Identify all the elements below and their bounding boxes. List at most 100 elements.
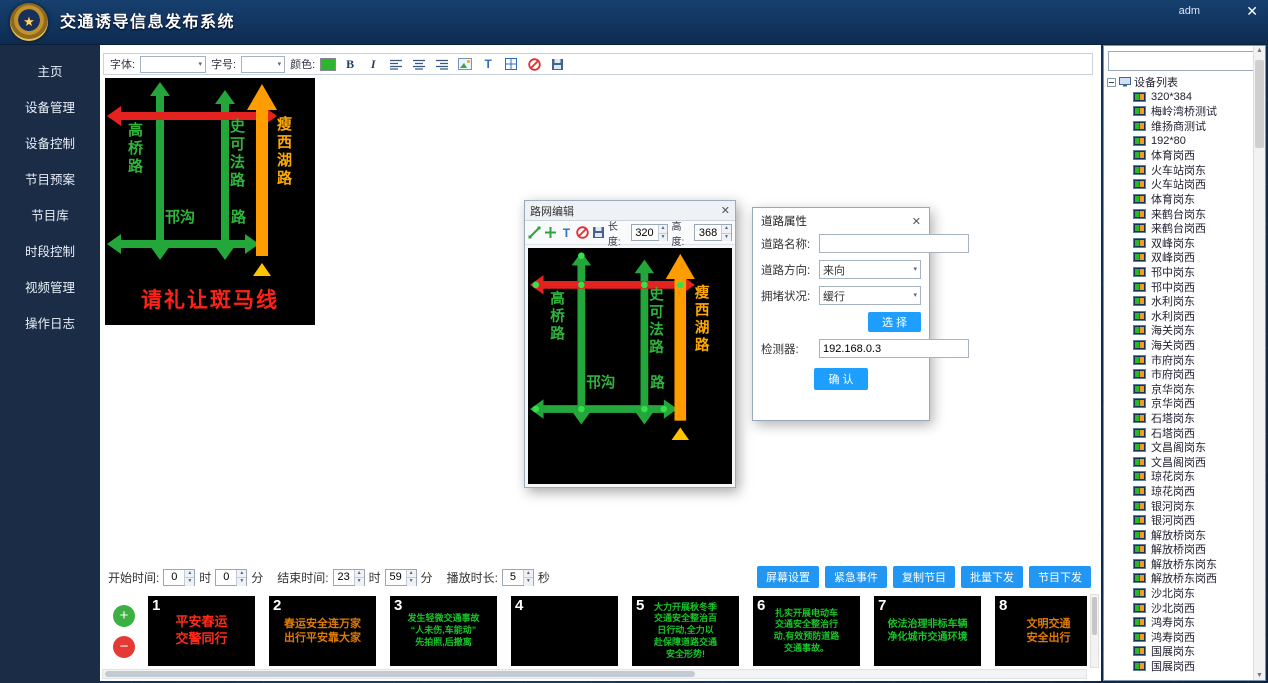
spin-up-icon[interactable]: ▲ (185, 570, 194, 579)
device-tree-row[interactable]: 192*80 (1107, 133, 1253, 148)
collapse-icon[interactable] (1107, 78, 1116, 87)
window-close-button[interactable]: ✕ (1246, 3, 1258, 20)
scrollbar-thumb[interactable] (1255, 60, 1264, 148)
device-tree-row[interactable]: 琼花岗西 (1107, 484, 1253, 499)
insert-image-button[interactable] (456, 56, 474, 73)
end-minute-input[interactable] (386, 570, 406, 585)
spinner-arrows[interactable]: ▲▼ (236, 570, 246, 585)
scrollbar-thumb[interactable] (105, 671, 695, 677)
clear-canvas-button[interactable] (576, 225, 589, 240)
sidebar-item[interactable]: 设备管理 (0, 90, 100, 126)
scroll-up-icon[interactable]: ▲ (1254, 47, 1265, 54)
sidebar-item[interactable]: 视频管理 (0, 270, 100, 306)
device-tree-row[interactable]: 火车站岗西 (1107, 177, 1253, 192)
action-button[interactable]: 复制节目 (893, 566, 955, 588)
start-hour-spinner[interactable]: ▲▼ (163, 569, 195, 586)
action-button[interactable]: 屏幕设置 (757, 566, 819, 588)
device-tree-row[interactable]: 石塔岗西 (1107, 425, 1253, 440)
device-tree-root[interactable]: 设备列表 (1107, 75, 1253, 90)
select-button[interactable]: 选 择 (868, 312, 921, 332)
color-swatch[interactable] (320, 58, 336, 71)
device-tree-row[interactable]: 火车站岗东 (1107, 163, 1253, 178)
spin-up-icon[interactable]: ▲ (524, 570, 533, 579)
device-tree-row[interactable]: 体育岗东 (1107, 192, 1253, 207)
program-thumbnail[interactable]: 高桥路 史可法路 瘦西湖路 邗沟 路 请礼让斑马线 发生轻微交通事故 “人未伤,… (390, 596, 497, 666)
sign-preview-canvas[interactable]: 高桥路 史可法路 瘦西湖路 邗沟 路 请礼让斑马线 (105, 78, 315, 325)
sidebar-item[interactable]: 节目库 (0, 198, 100, 234)
end-hour-spinner[interactable]: ▲▼ (333, 569, 365, 586)
length-spinner[interactable]: ▲▼ (631, 224, 669, 241)
sidebar-item[interactable]: 节目预案 (0, 162, 100, 198)
spin-down-icon[interactable]: ▼ (722, 234, 731, 242)
device-tree-row[interactable]: 解放桥东岗西 (1107, 571, 1253, 586)
device-tree-row[interactable]: 海关岗东 (1107, 323, 1253, 338)
font-select[interactable]: ▾ (140, 56, 206, 73)
device-tree-row[interactable]: 来鹤台岗东 (1107, 206, 1253, 221)
program-strip-horizontal-scrollbar[interactable] (102, 669, 1087, 679)
device-search-input[interactable] (1108, 51, 1258, 71)
device-tree-scrollbar[interactable]: ▲ ▼ (1253, 46, 1265, 680)
device-tree-row[interactable]: 解放桥岗西 (1107, 542, 1253, 557)
device-tree-row[interactable]: 石塔岗东 (1107, 411, 1253, 426)
spinner-arrows[interactable]: ▲▼ (721, 225, 731, 240)
spin-down-icon[interactable]: ▼ (355, 578, 364, 586)
sidebar-item[interactable]: 时段控制 (0, 234, 100, 270)
spin-down-icon[interactable]: ▼ (407, 578, 416, 586)
spin-up-icon[interactable]: ▲ (722, 225, 731, 234)
detector-input[interactable] (819, 339, 969, 358)
program-thumbnail[interactable]: 高桥路 史可法路 瘦西湖路 邗沟 路 请礼让斑马线 平安春运 交警同行 1 (148, 596, 255, 666)
device-tree-row[interactable]: 市府岗西 (1107, 367, 1253, 382)
action-button[interactable]: 批量下发 (961, 566, 1023, 588)
draw-line-button[interactable] (528, 225, 541, 240)
text-tool-button[interactable]: T (560, 225, 573, 240)
device-tree-row[interactable]: 解放桥岗东 (1107, 527, 1253, 542)
height-spinner[interactable]: ▲▼ (694, 224, 732, 241)
align-left-button[interactable] (387, 56, 405, 73)
device-tree-row[interactable]: 邗中岗西 (1107, 279, 1253, 294)
action-button[interactable]: 紧急事件 (825, 566, 887, 588)
spinner-arrows[interactable]: ▲▼ (523, 570, 533, 585)
device-tree-row[interactable]: 文昌阁岗东 (1107, 440, 1253, 455)
spin-up-icon[interactable]: ▲ (355, 570, 364, 579)
spinner-arrows[interactable]: ▲▼ (354, 570, 364, 585)
insert-text-button[interactable]: T (479, 56, 497, 73)
start-hour-input[interactable] (164, 570, 184, 585)
device-tree-row[interactable]: 解放桥东岗东 (1107, 557, 1253, 572)
dialog-close-button[interactable]: ✕ (912, 215, 921, 228)
action-button[interactable]: 节目下发 (1029, 566, 1091, 588)
font-size-select[interactable]: ▾ (241, 56, 285, 73)
device-tree-row[interactable]: 琼花岗东 (1107, 469, 1253, 484)
duration-spinner[interactable]: ▲▼ (502, 569, 534, 586)
device-tree-row[interactable]: 海关岗西 (1107, 338, 1253, 353)
program-thumbnail[interactable]: 高桥路 史可法路 瘦西湖路 邗沟 路 请礼让斑马线 4 (511, 596, 618, 666)
confirm-button[interactable]: 确 认 (814, 368, 867, 390)
device-tree-row[interactable]: 水利岗东 (1107, 294, 1253, 309)
device-tree-row[interactable]: 沙北岗西 (1107, 600, 1253, 615)
device-tree-row[interactable]: 320*384 (1107, 90, 1253, 105)
crossing-tool-button[interactable] (544, 225, 557, 240)
road-name-input[interactable] (819, 234, 969, 253)
spin-down-icon[interactable]: ▼ (659, 234, 668, 242)
end-hour-input[interactable] (334, 570, 354, 585)
device-tree-row[interactable]: 文昌阁岗西 (1107, 454, 1253, 469)
spin-down-icon[interactable]: ▼ (185, 578, 194, 586)
device-tree-row[interactable]: 沙北岗东 (1107, 586, 1253, 601)
spin-down-icon[interactable]: ▼ (524, 578, 533, 586)
start-minute-spinner[interactable]: ▲▼ (215, 569, 247, 586)
sidebar-item[interactable]: 设备控制 (0, 126, 100, 162)
program-thumbnail[interactable]: 高桥路 史可法路 瘦西湖路 邗沟 路 请礼让斑马线 扎实开展电动车 交通安全整治… (753, 596, 860, 666)
spinner-arrows[interactable]: ▲▼ (658, 225, 668, 240)
device-tree-row[interactable]: 京华岗东 (1107, 381, 1253, 396)
spin-up-icon[interactable]: ▲ (237, 570, 246, 579)
scrollbar-thumb[interactable] (1092, 597, 1097, 635)
program-thumbnail[interactable]: 高桥路 史可法路 瘦西湖路 邗沟 路 请礼让斑马线 依法治理非标车辆 净化城市交… (874, 596, 981, 666)
device-tree-row[interactable]: 国展岗东 (1107, 644, 1253, 659)
sidebar-item[interactable]: 操作日志 (0, 306, 100, 342)
spinner-arrows[interactable]: ▲▼ (184, 570, 194, 585)
align-center-button[interactable] (410, 56, 428, 73)
device-tree-row[interactable]: 银河岗东 (1107, 498, 1253, 513)
duration-input[interactable] (503, 570, 523, 585)
layout-grid-button[interactable] (502, 56, 520, 73)
bold-button[interactable]: B (341, 56, 359, 73)
device-tree-row[interactable]: 银河岗西 (1107, 513, 1253, 528)
